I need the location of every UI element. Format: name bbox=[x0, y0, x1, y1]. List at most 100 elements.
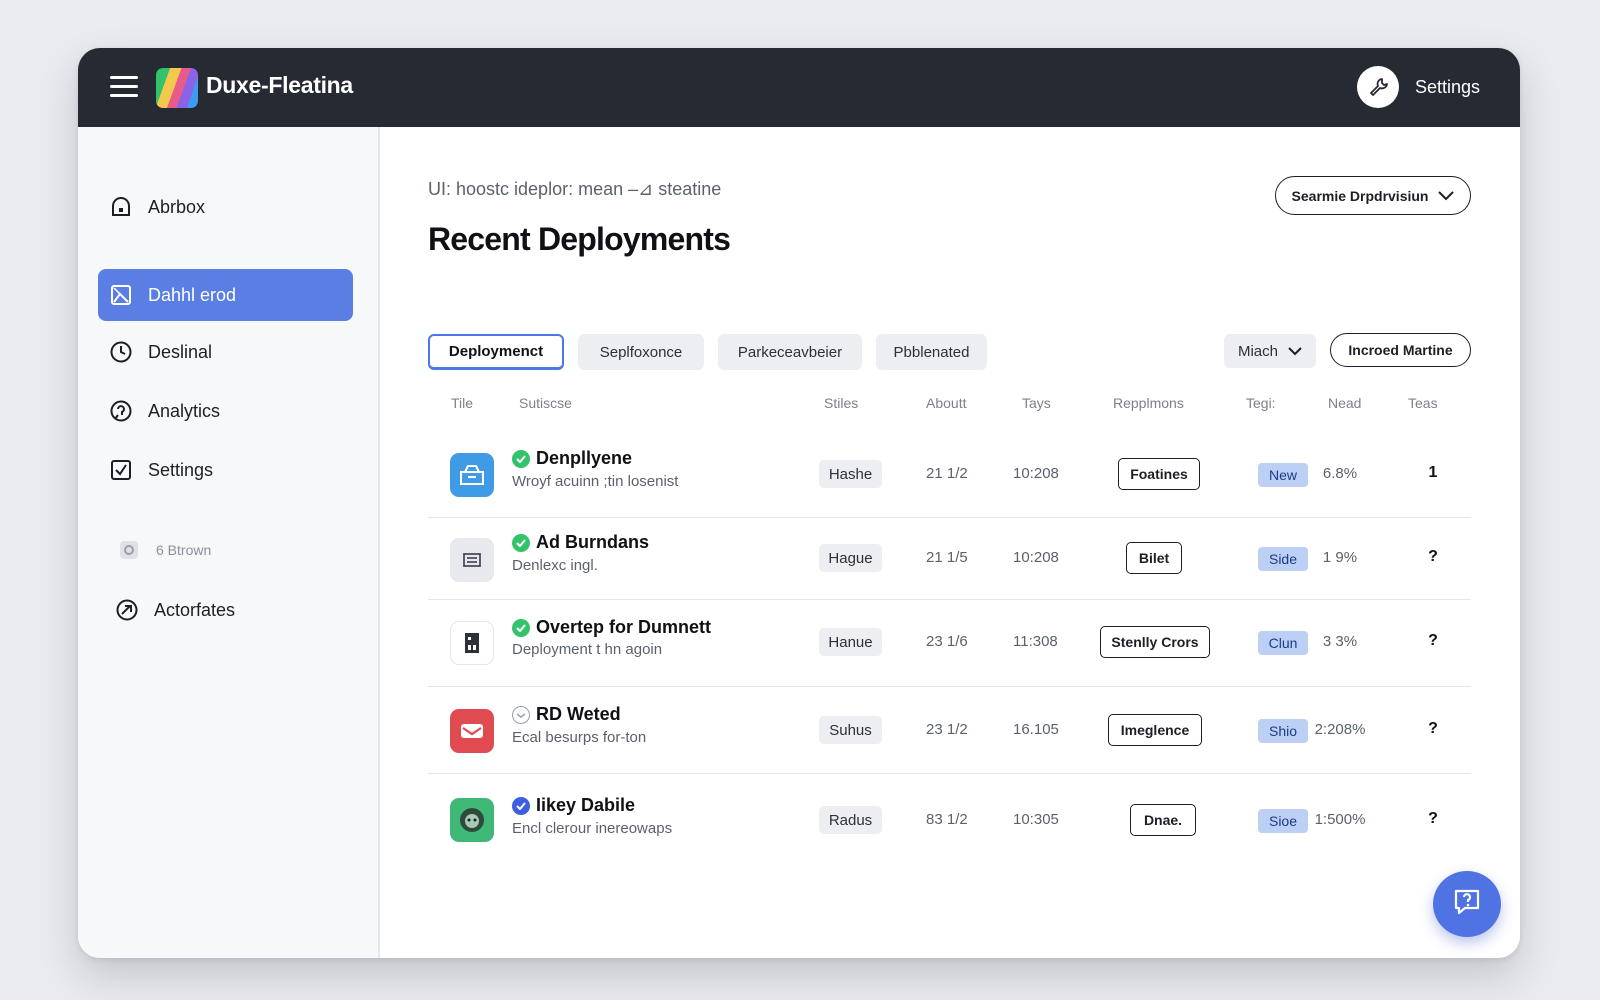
main-content: UI: hoostc ideplor: mean –⊿ steatine Rec… bbox=[380, 127, 1520, 958]
time-cell: 11:308 bbox=[1013, 633, 1058, 650]
time-cell: 10:305 bbox=[1013, 811, 1059, 828]
teas-cell: ? bbox=[1428, 632, 1438, 649]
replacement-tag[interactable]: Imeglence bbox=[1108, 714, 1202, 746]
sidebar-item-label: Analytics bbox=[148, 400, 221, 421]
tab-deployment[interactable]: Deploymenct bbox=[428, 334, 564, 370]
percent-cell: 6.8% bbox=[1322, 465, 1358, 482]
row-title: Iikey Dabile bbox=[536, 795, 636, 815]
column-header: Tays bbox=[1022, 395, 1051, 411]
clock-icon bbox=[108, 339, 134, 365]
match-dropdown[interactable]: Miach bbox=[1224, 334, 1316, 368]
hamburger-menu-icon[interactable] bbox=[110, 76, 138, 98]
app-logo bbox=[156, 68, 198, 108]
help-chat-button[interactable] bbox=[1433, 871, 1501, 937]
column-header: Nead bbox=[1328, 395, 1362, 411]
about-cell: 83 1/2 bbox=[926, 811, 968, 828]
table-row[interactable]: Ad Burndans Denlexc ingl. Hague 21 1/5 1… bbox=[428, 518, 1471, 600]
muted-box-icon bbox=[116, 537, 142, 563]
box-icon bbox=[450, 453, 494, 497]
sidebar-item-label: Dahhl erod bbox=[148, 284, 237, 305]
time-cell: 10:208 bbox=[1013, 549, 1059, 566]
tab-parkeceavbeier[interactable]: Parkeceavbeier bbox=[718, 334, 862, 370]
sidebar-item-btrown[interactable]: 6 Btrown bbox=[106, 524, 361, 576]
row-subtitle: Encl clerour inereowaps bbox=[512, 820, 673, 837]
success-check-icon bbox=[512, 533, 530, 552]
column-header: Aboutt bbox=[926, 395, 967, 411]
column-header: Tile bbox=[451, 395, 474, 411]
replacement-tag[interactable]: Bilet bbox=[1126, 542, 1182, 574]
chevron-down-icon bbox=[1288, 343, 1302, 360]
incroed-martine-button[interactable]: Incroed Martine bbox=[1330, 333, 1471, 367]
column-header: Tegi: bbox=[1246, 395, 1276, 411]
about-cell: 21 1/2 bbox=[926, 465, 968, 482]
table-row[interactable]: RD Weted Ecal besurps for-ton Suhus 23 1… bbox=[428, 687, 1471, 774]
table-row[interactable]: Overtep for Dumnett Deployment t hn agoi… bbox=[428, 600, 1471, 687]
sidebar: Abrbox Dahhl erod Deslinal Analytics Set… bbox=[78, 127, 380, 958]
sidebar-item-label: Abrbox bbox=[148, 196, 206, 217]
column-header: Repplmons bbox=[1113, 395, 1184, 411]
replacement-tag[interactable]: Stenlly Crors bbox=[1100, 626, 1210, 658]
row-title: Ad Burndans bbox=[536, 532, 650, 552]
stiles-chip: Hague bbox=[819, 544, 882, 572]
wrench-icon bbox=[1356, 66, 1399, 108]
stiles-chip: Hashe bbox=[819, 460, 882, 488]
sidebar-item-dashboard[interactable]: Dahhl erod bbox=[98, 269, 353, 321]
top-bar: Duxe-Fleatina Settings bbox=[78, 48, 1520, 127]
row-title: Denpllyene bbox=[536, 448, 633, 468]
settings-button[interactable]: Settings bbox=[1356, 66, 1480, 108]
home-icon bbox=[108, 194, 134, 220]
sidebar-item-label: Deslinal bbox=[148, 341, 213, 362]
analytics-icon bbox=[108, 398, 134, 424]
row-subtitle: Wroyf acuinn ;tin losenist bbox=[512, 473, 679, 490]
about-cell: 21 1/5 bbox=[926, 549, 968, 566]
tray-icon bbox=[450, 538, 494, 582]
stiles-chip: Suhus bbox=[819, 716, 882, 744]
row-subtitle: Denlexc ingl. bbox=[512, 557, 598, 574]
verified-check-icon bbox=[512, 796, 530, 815]
replacement-tag[interactable]: Foatines bbox=[1118, 458, 1200, 490]
chevron-down-icon bbox=[1438, 188, 1455, 204]
page-title: Recent Deployments bbox=[428, 221, 731, 257]
row-subtitle: Ecal besurps for-ton bbox=[512, 729, 647, 746]
help-chat-icon bbox=[1452, 887, 1482, 922]
success-check-icon bbox=[512, 618, 530, 637]
sidebar-item-label: 6 Btrown bbox=[156, 542, 212, 558]
about-cell: 23 1/6 bbox=[926, 633, 968, 650]
mail-icon bbox=[450, 709, 494, 753]
division-dropdown[interactable]: Searmie Drpdrvisiun bbox=[1275, 176, 1471, 215]
percent-cell: 2:208% bbox=[1314, 721, 1366, 738]
percent-cell: 1:500% bbox=[1314, 811, 1366, 828]
sidebar-item-abrbox[interactable]: Abrbox bbox=[98, 181, 353, 233]
row-subtitle: Deployment t hn agoin bbox=[512, 641, 663, 658]
row-title: RD Weted bbox=[536, 704, 621, 724]
division-dropdown-label: Searmie Drpdrvisiun bbox=[1291, 187, 1429, 204]
tab-seplfoxonce[interactable]: Seplfoxonce bbox=[578, 334, 704, 370]
settings-label: Settings bbox=[1414, 76, 1480, 97]
breadcrumb: UI: hoostc ideplor: mean –⊿ steatine bbox=[428, 179, 722, 199]
column-header: Teas bbox=[1408, 395, 1438, 411]
row-title: Overtep for Dumnett bbox=[536, 617, 712, 637]
image-icon bbox=[108, 282, 134, 308]
about-cell: 23 1/2 bbox=[926, 721, 968, 738]
table-row[interactable]: Iikey Dabile Encl clerour inereowaps Rad… bbox=[428, 774, 1471, 864]
match-dropdown-label: Miach bbox=[1237, 342, 1278, 360]
column-header: Stiles bbox=[824, 395, 859, 411]
sidebar-item-analytics[interactable]: Analytics bbox=[98, 385, 353, 437]
compass-icon bbox=[114, 597, 140, 623]
sidebar-item-label: Settings bbox=[148, 459, 214, 480]
time-cell: 10:208 bbox=[1013, 465, 1059, 482]
replacement-tag[interactable]: Dnae. bbox=[1130, 804, 1196, 836]
table-row[interactable]: Denpllyene Wroyf acuinn ;tin losenist Ha… bbox=[428, 432, 1471, 518]
success-check-icon bbox=[512, 449, 530, 468]
stiles-chip: Radus bbox=[819, 806, 882, 834]
checkbox-icon bbox=[108, 457, 134, 483]
time-cell: 16.105 bbox=[1013, 721, 1059, 738]
sidebar-item-deslinal[interactable]: Deslinal bbox=[98, 326, 353, 378]
pending-check-icon bbox=[512, 705, 530, 724]
teas-cell: ? bbox=[1428, 810, 1438, 827]
sidebar-item-settings[interactable]: Settings bbox=[98, 444, 353, 496]
sidebar-item-actorfates[interactable]: Actorfates bbox=[104, 584, 359, 636]
tab-pbblenated[interactable]: Pbblenated bbox=[876, 334, 987, 370]
column-header: Sutiscse bbox=[519, 395, 572, 411]
app-title: Duxe-Fleatina bbox=[206, 72, 353, 98]
